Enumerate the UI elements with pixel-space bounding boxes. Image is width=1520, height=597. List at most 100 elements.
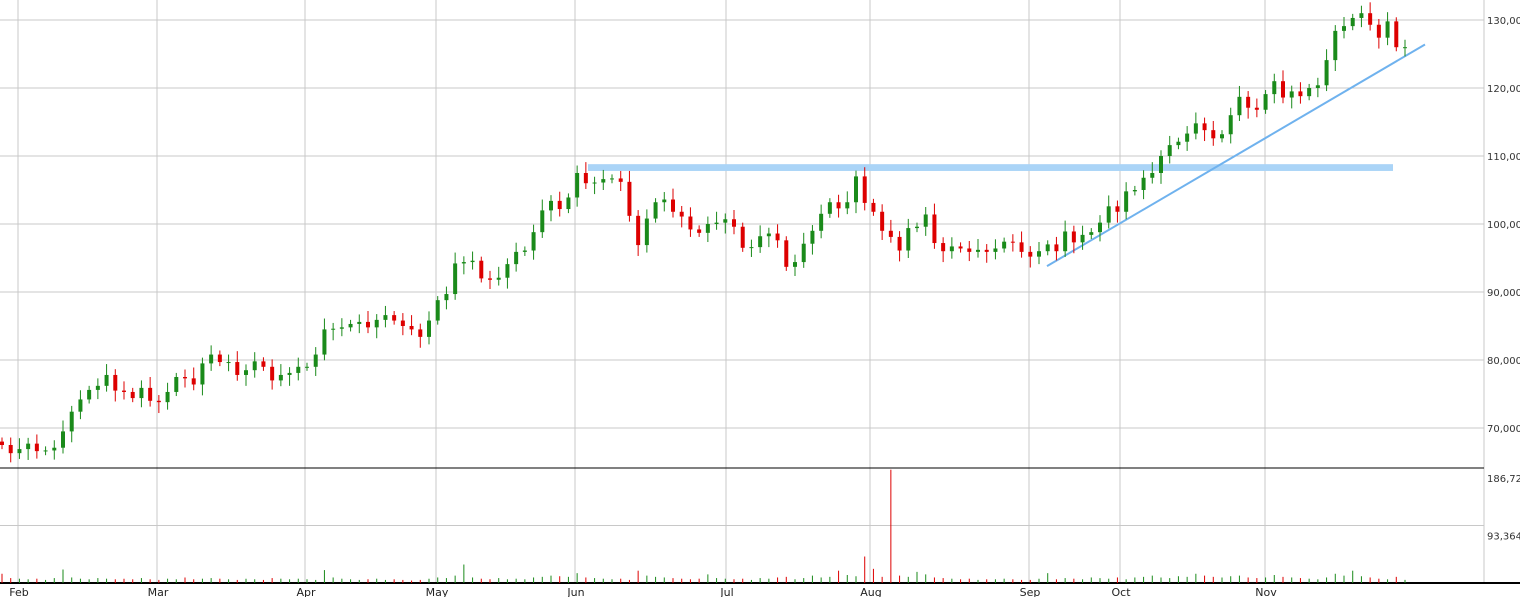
candle-body bbox=[1106, 206, 1111, 223]
candle-body bbox=[758, 236, 763, 248]
candle-body bbox=[740, 226, 745, 248]
x-axis-tick-label: Mar bbox=[148, 586, 169, 597]
candle-body bbox=[618, 178, 623, 182]
candle-body bbox=[95, 385, 100, 390]
candle-body bbox=[183, 377, 187, 379]
candle-body bbox=[1028, 251, 1033, 257]
stock-chart: 130,000 120,000 110,000 100,000 90,000 80,000… bbox=[0, 0, 1520, 597]
candle-body bbox=[1141, 177, 1146, 190]
candle-body bbox=[627, 181, 632, 216]
candle-body bbox=[191, 378, 196, 385]
candle-body bbox=[400, 320, 405, 326]
candle-body bbox=[1071, 231, 1076, 243]
candle-body bbox=[235, 362, 240, 375]
candle-body bbox=[148, 387, 153, 401]
candle-body bbox=[531, 232, 536, 251]
candle-body bbox=[1272, 81, 1277, 95]
candle-body bbox=[819, 213, 824, 231]
candle-body bbox=[1246, 96, 1251, 108]
candle-body bbox=[958, 246, 963, 249]
candle-body bbox=[1193, 123, 1198, 134]
candle-body bbox=[854, 176, 858, 203]
candle-body bbox=[793, 262, 797, 267]
candle-body bbox=[1132, 190, 1137, 192]
candle-body bbox=[549, 200, 553, 211]
candle-body bbox=[697, 229, 702, 233]
candle-body bbox=[435, 300, 440, 321]
candle-body bbox=[1350, 17, 1355, 27]
candle-body bbox=[1045, 244, 1050, 252]
candle-body bbox=[1185, 133, 1190, 142]
candle-body bbox=[1298, 91, 1303, 97]
candle-body bbox=[1368, 13, 1373, 25]
candle-body bbox=[915, 226, 919, 229]
candle-body bbox=[610, 178, 614, 180]
candle-body bbox=[583, 173, 588, 184]
candle-body bbox=[261, 361, 266, 367]
candle-body bbox=[418, 329, 423, 337]
candle-body bbox=[1167, 145, 1172, 156]
candle-body bbox=[488, 278, 492, 280]
candle-body bbox=[662, 199, 667, 203]
candle-body bbox=[653, 202, 658, 219]
candle-body bbox=[8, 445, 13, 454]
price-axis-tick-label: 130,000 bbox=[1487, 16, 1520, 27]
candle-body bbox=[69, 411, 74, 432]
candle-body bbox=[348, 323, 353, 328]
candle-body bbox=[1359, 13, 1364, 18]
candle-body bbox=[1010, 241, 1015, 243]
x-axis-tick-label: Nov bbox=[1255, 586, 1277, 597]
resistance-band bbox=[588, 164, 1393, 171]
candle-body bbox=[688, 216, 693, 230]
candle-body bbox=[932, 214, 937, 244]
candle-body bbox=[557, 200, 562, 210]
candle-body bbox=[278, 374, 283, 381]
candle-body bbox=[366, 321, 370, 328]
candle-body bbox=[217, 354, 222, 363]
candle-body bbox=[949, 246, 954, 252]
candle-body bbox=[906, 228, 911, 251]
candle-body bbox=[1333, 30, 1338, 61]
candle-body bbox=[383, 315, 388, 320]
price-axis-tick-label: 100,000 bbox=[1487, 220, 1520, 231]
candle-body bbox=[52, 447, 57, 451]
candle-body bbox=[732, 219, 736, 227]
candle-body bbox=[1211, 130, 1216, 139]
candle-body bbox=[836, 202, 841, 209]
candle-body bbox=[200, 363, 205, 385]
candle-body bbox=[444, 294, 449, 301]
candle-body bbox=[270, 366, 275, 381]
candle-body bbox=[305, 366, 309, 368]
candle-body bbox=[967, 248, 972, 252]
candle-body bbox=[1315, 85, 1320, 88]
candle-body bbox=[496, 277, 501, 280]
candle-body bbox=[671, 199, 675, 212]
candle-body bbox=[479, 260, 484, 279]
candle-body bbox=[1202, 123, 1207, 131]
candle-body bbox=[156, 400, 161, 403]
candle-body bbox=[766, 233, 771, 237]
candle-body bbox=[810, 230, 815, 244]
candle-body bbox=[453, 263, 458, 295]
price-axis-tick-label: 120,000 bbox=[1487, 84, 1520, 95]
candle-body bbox=[461, 262, 466, 264]
candle-body bbox=[723, 219, 728, 223]
candle-body bbox=[601, 179, 606, 183]
x-axis-tick-label: Jun bbox=[566, 586, 584, 597]
candle-body bbox=[1089, 232, 1094, 235]
trendline bbox=[1046, 43, 1426, 268]
x-axis-tick-label: Feb bbox=[9, 586, 28, 597]
candle-body bbox=[505, 264, 510, 278]
candle-body bbox=[331, 328, 336, 330]
candle-body bbox=[17, 449, 22, 454]
candle-body bbox=[1019, 242, 1024, 252]
candle-body bbox=[1254, 107, 1259, 110]
chart-canvas: 130,000 120,000 110,000 100,000 90,000 80,000… bbox=[0, 0, 1520, 597]
candle-body bbox=[784, 240, 789, 267]
candle-body bbox=[749, 247, 754, 249]
candle-body bbox=[322, 329, 327, 355]
candle-body bbox=[427, 320, 431, 337]
candle-body bbox=[0, 441, 4, 445]
candle-body bbox=[1063, 231, 1068, 252]
candle-body bbox=[923, 214, 928, 227]
